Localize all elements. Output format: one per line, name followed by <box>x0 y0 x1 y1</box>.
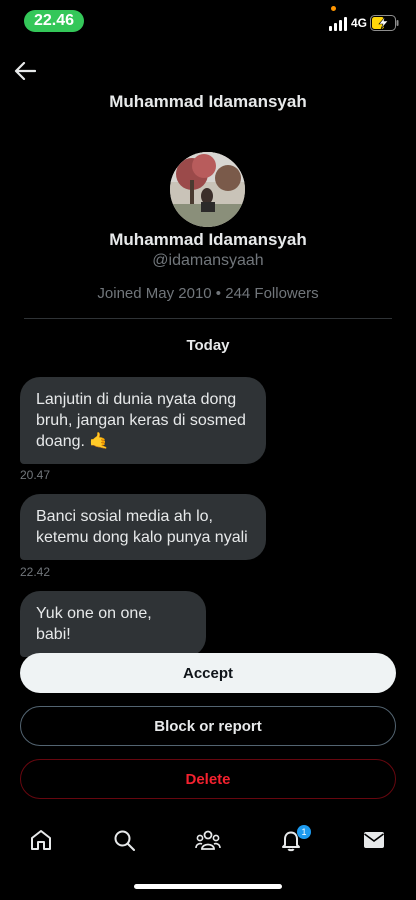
message-timestamp: 22.42 <box>20 565 51 579</box>
message-timestamp: 20.47 <box>20 468 51 482</box>
message-bubble[interactable]: Yuk one on one, babi! <box>20 591 206 657</box>
tab-communities[interactable] <box>186 818 230 862</box>
home-icon <box>31 830 51 850</box>
signal-icon <box>329 17 347 31</box>
message-bubble[interactable]: Banci sosial media ah lo, ketemu dong ka… <box>20 494 266 560</box>
bottom-tab-bar <box>0 818 416 866</box>
accept-button[interactable]: Accept <box>20 653 396 693</box>
search-icon <box>114 830 135 851</box>
status-bar: 22.46 4G <box>0 0 416 44</box>
divider <box>24 318 392 319</box>
network-type: 4G <box>351 16 368 30</box>
arrow-left-icon <box>14 62 36 80</box>
battery-charging-icon <box>370 15 399 31</box>
profile-handle: @idamansyaah <box>152 252 264 269</box>
message-bubble[interactable]: Lanjutin di dunia nyata dong bruh, janga… <box>20 377 266 464</box>
tab-home[interactable] <box>19 818 63 862</box>
day-separator: Today <box>186 337 230 354</box>
avatar[interactable] <box>170 152 245 227</box>
privacy-indicator-dot <box>331 6 336 11</box>
communities-icon <box>195 830 221 850</box>
messages-icon <box>364 832 384 848</box>
status-time: 22.46 <box>24 10 84 32</box>
back-button[interactable] <box>10 56 40 86</box>
home-indicator[interactable] <box>134 884 282 889</box>
profile-photo <box>170 152 245 227</box>
profile-meta: Joined May 2010 • 244 Followers <box>97 285 319 302</box>
block-or-report-button[interactable]: Block or report <box>20 706 396 746</box>
conversation-title: Muhammad Idamansyah <box>109 92 307 111</box>
tab-search[interactable] <box>102 818 146 862</box>
tab-messages[interactable] <box>352 818 396 862</box>
notification-badge: 1 <box>297 825 311 839</box>
delete-button[interactable]: Delete <box>20 759 396 799</box>
profile-name[interactable]: Muhammad Idamansyah <box>0 230 416 250</box>
